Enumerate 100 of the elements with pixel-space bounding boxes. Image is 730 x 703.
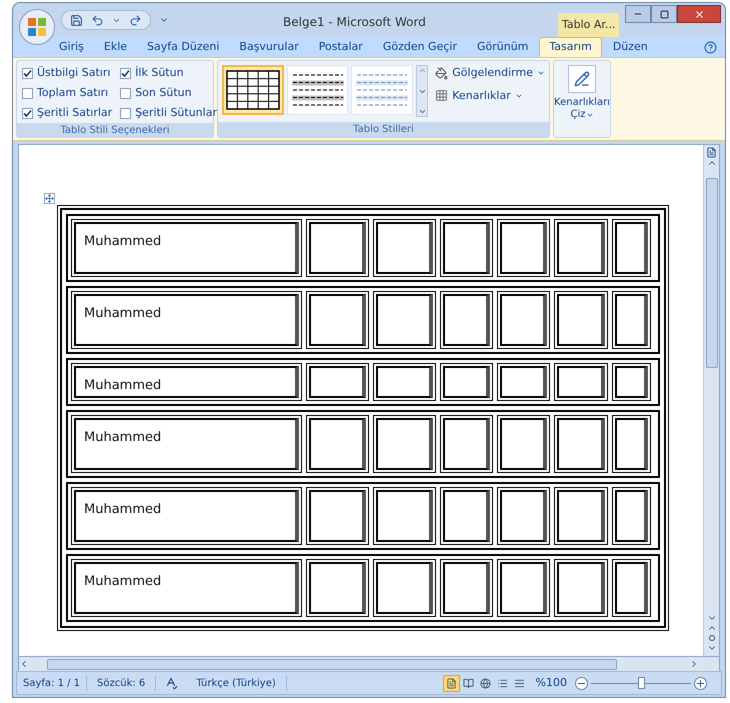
table-style-thumbnail[interactable] [286,65,348,115]
ribbon-tab[interactable]: Görünüm [468,37,538,57]
checkbox[interactable] [120,108,132,118]
ribbon-tab[interactable]: Giriş [50,37,93,57]
table-cell [372,487,436,545]
table-cell [554,219,608,277]
redo-icon[interactable] [129,14,142,26]
pencil-icon [574,71,590,87]
table-cell [440,415,493,473]
page-indicator[interactable]: Sayfa: 1 / 1 [17,676,88,690]
ribbon-tab[interactable]: Başvurular [230,37,308,57]
ribbon-tab[interactable]: Düzen [604,37,657,57]
cell-text: Muhammed [84,574,162,589]
view-icon [446,678,457,688]
table-cell [440,363,493,401]
window-title: Belge1 - Microsoft Word [283,14,426,31]
table-style-thumbnail[interactable] [351,65,414,115]
ribbon-tab[interactable]: Ekle [94,37,136,57]
maximize-icon [660,10,668,18]
more-icon[interactable] [418,107,427,116]
table-cell [440,291,493,349]
checkbox[interactable] [120,88,132,98]
maximize-button[interactable] [651,5,677,23]
zoom-slider-thumb[interactable] [638,676,644,688]
table-cell [496,291,550,349]
close-button[interactable] [677,5,721,23]
table-cell [554,487,608,545]
table-cell [306,291,369,349]
table-cell [612,363,651,401]
view-icon [462,678,474,688]
table-cell [306,415,369,473]
caret-icon [586,111,594,119]
scroll-thumb[interactable] [47,658,617,670]
checkbox[interactable] [120,68,132,78]
draw-borders-button[interactable]: Kenarlıkları Çiz [553,60,611,138]
word-count[interactable]: Sözcük: 6 [87,676,156,690]
checkbox[interactable] [22,68,33,78]
save-icon[interactable] [70,14,83,26]
table-cell [612,559,651,617]
table-style-thumbnail[interactable] [222,65,284,115]
table-cell [372,559,436,617]
horizontal-scrollbar[interactable] [18,657,720,671]
zoom-level[interactable]: %100 [536,674,567,692]
office-button[interactable] [19,9,55,45]
table-cell [496,559,550,617]
table-cell [496,415,550,473]
checkbox-label: Toplam Satırı [37,84,108,101]
cell-text: Muhammed [84,502,162,517]
ribbon-tab[interactable]: Tasarım [539,37,602,57]
table-cell [554,559,608,617]
table-cell [440,487,493,545]
zoom-out-icon[interactable] [575,676,588,690]
close-icon [694,8,704,20]
checkbox[interactable] [22,88,33,98]
ribbon-tab[interactable]: Postalar [310,37,372,57]
table-cell [372,219,436,277]
view-icon [514,678,525,688]
office-logo-icon [27,17,47,37]
checkbox-label: Üstbilgi Satırı [37,64,110,81]
table-cell [612,487,651,545]
table-cell [496,487,550,545]
checkbox[interactable] [22,108,33,118]
table-cell [554,415,608,473]
cell-text: Muhammed [84,378,162,393]
table-cell [554,291,608,349]
table-cell [496,363,550,401]
table-cell [612,219,651,277]
table-cell [306,487,369,545]
cell-text: Muhammed [84,430,162,445]
table-cell [612,291,651,349]
language-indicator[interactable]: Türkçe (Türkiye) [186,676,287,690]
group-label: Tablo Stili Seçenekleri [17,123,213,138]
ribbon-tab[interactable]: Sayfa Düzeni [138,37,228,57]
cell-text: Muhammed [84,234,162,249]
table-cell [306,363,369,401]
borders-button[interactable]: Kenarlıklar [435,88,545,104]
table-cell [306,219,369,277]
zoom-in-icon[interactable] [694,676,707,690]
gallery-scrollbar[interactable] [416,65,428,117]
checkbox-label: Şeritli Satırlar [37,104,112,121]
view-button[interactable] [442,674,460,692]
ribbon-tab[interactable]: Gözden Geçir [374,37,466,57]
table-cell [306,559,369,617]
style-preview-icon [226,70,280,110]
help-icon[interactable] [704,41,717,54]
browse-object-icon[interactable] [708,635,714,641]
shading-button[interactable]: Gölgelendirme [435,65,545,82]
paint-bucket-icon [435,66,448,80]
view-icon [480,678,491,688]
table-cell [372,363,436,401]
contextual-tab-title: Tablo Ar... [558,13,620,37]
table-cell [440,559,493,617]
checkbox-label: Son Sütun [135,84,192,101]
proofing-icon[interactable] [164,676,178,690]
borders-icon [435,89,448,102]
scroll-thumb[interactable] [706,178,718,368]
undo-icon[interactable] [91,14,104,26]
vertical-scrollbar[interactable] [703,145,719,656]
table-cell [496,219,550,277]
table-move-handle-icon[interactable] [44,193,55,204]
